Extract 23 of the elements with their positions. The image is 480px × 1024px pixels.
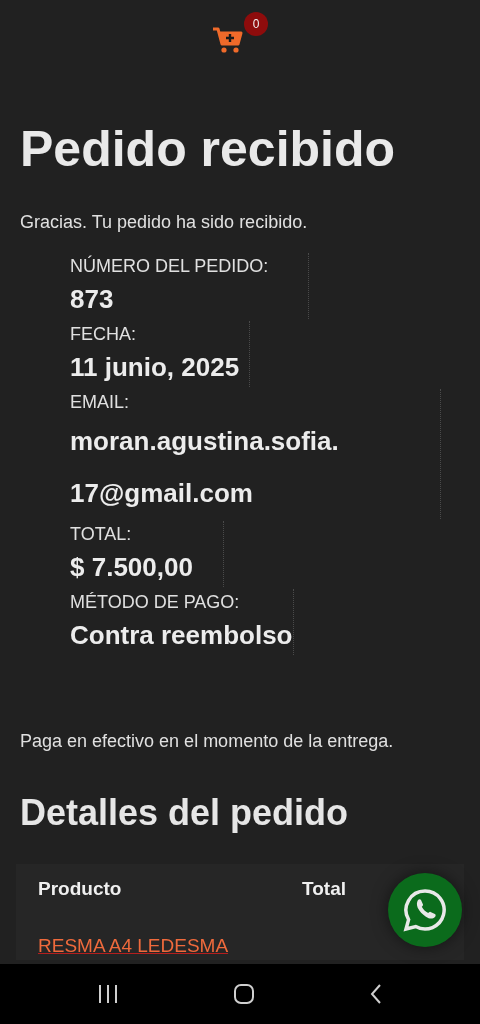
overview-value: 11 junio, 2025: [70, 351, 240, 384]
order-notice: Gracias. Tu pedido ha sido recibido.: [20, 212, 309, 233]
overview-value: moran.agustina.sofia.17@gmail.com: [70, 425, 340, 510]
home-icon: [233, 983, 255, 1005]
overview-label: TOTAL:: [70, 523, 133, 546]
overview-value: Contra reembolso: [70, 619, 293, 652]
overview-label: EMAIL:: [70, 391, 131, 414]
cart-count-badge: 0: [244, 12, 268, 36]
column-header: Total: [302, 878, 346, 900]
payment-note: Paga en efectivo en el momento de la entrega.: [20, 731, 395, 752]
whatsapp-icon: [402, 887, 448, 933]
section-title: Detalles del pedido: [20, 792, 350, 834]
overview-value: $ 7.500,00: [70, 551, 193, 584]
product-link[interactable]: RESMA A4 LEDESMA: [38, 932, 278, 960]
page-title: Pedido recibido: [20, 120, 397, 178]
overview-value: 873: [70, 283, 115, 316]
overview-label: MÉTODO DE PAGO:: [70, 591, 241, 614]
cart-icon[interactable]: [212, 26, 244, 54]
overview-label: FECHA:: [70, 323, 137, 346]
back-icon: [369, 983, 383, 1005]
column-header: Producto: [38, 878, 122, 900]
overview-label: NÚMERO DEL PEDIDO:: [70, 254, 269, 278]
recent-apps-icon: [97, 984, 119, 1004]
